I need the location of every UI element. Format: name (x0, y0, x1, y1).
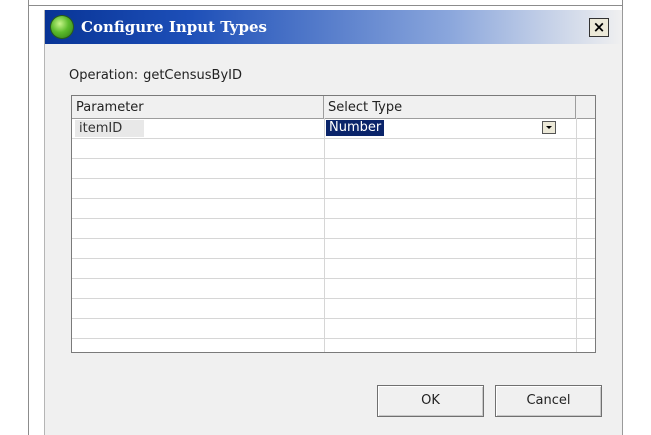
configure-input-types-dialog: Configure Input Types × Operation: getCen… (44, 10, 623, 435)
cancel-button[interactable]: Cancel (495, 385, 602, 417)
grid-row-divider (72, 238, 595, 239)
selected-type-value: Number (326, 120, 385, 136)
green-globe-icon (51, 16, 73, 38)
parameter-name: itemID (75, 120, 145, 137)
column-header-filler (576, 96, 595, 118)
table-row-parameter-cell[interactable]: itemID (75, 120, 321, 137)
background-frame-line-left (28, 0, 29, 435)
close-button[interactable]: × (589, 18, 609, 37)
grid-row-divider (72, 338, 595, 339)
operation-label: Operation: (69, 68, 139, 83)
dialog-titlebar[interactable]: Configure Input Types × (45, 10, 622, 44)
operation-line: Operation: getCensusByID (69, 68, 242, 83)
grid-row-divider (72, 178, 595, 179)
chevron-down-icon[interactable] (542, 121, 556, 134)
parameter-type-grid: Parameter Select Type itemID Number (71, 95, 596, 353)
ok-button[interactable]: OK (377, 385, 484, 417)
column-header-parameter[interactable]: Parameter (72, 96, 324, 118)
operation-value: getCensusByID (143, 68, 242, 83)
column-header-select-type[interactable]: Select Type (324, 96, 576, 118)
grid-header: Parameter Select Type (72, 96, 595, 119)
select-type-dropdown[interactable]: Number (326, 120, 556, 136)
grid-row-divider (72, 158, 595, 159)
grid-row-divider (72, 258, 595, 259)
background-frame-line-top (28, 5, 623, 6)
grid-row-divider (72, 218, 595, 219)
grid-row-divider (72, 198, 595, 199)
dialog-title: Configure Input Types (81, 18, 267, 36)
grid-row-divider (72, 298, 595, 299)
grid-row-divider (72, 318, 595, 319)
grid-row-divider (72, 278, 595, 279)
grid-row-divider (72, 138, 595, 139)
